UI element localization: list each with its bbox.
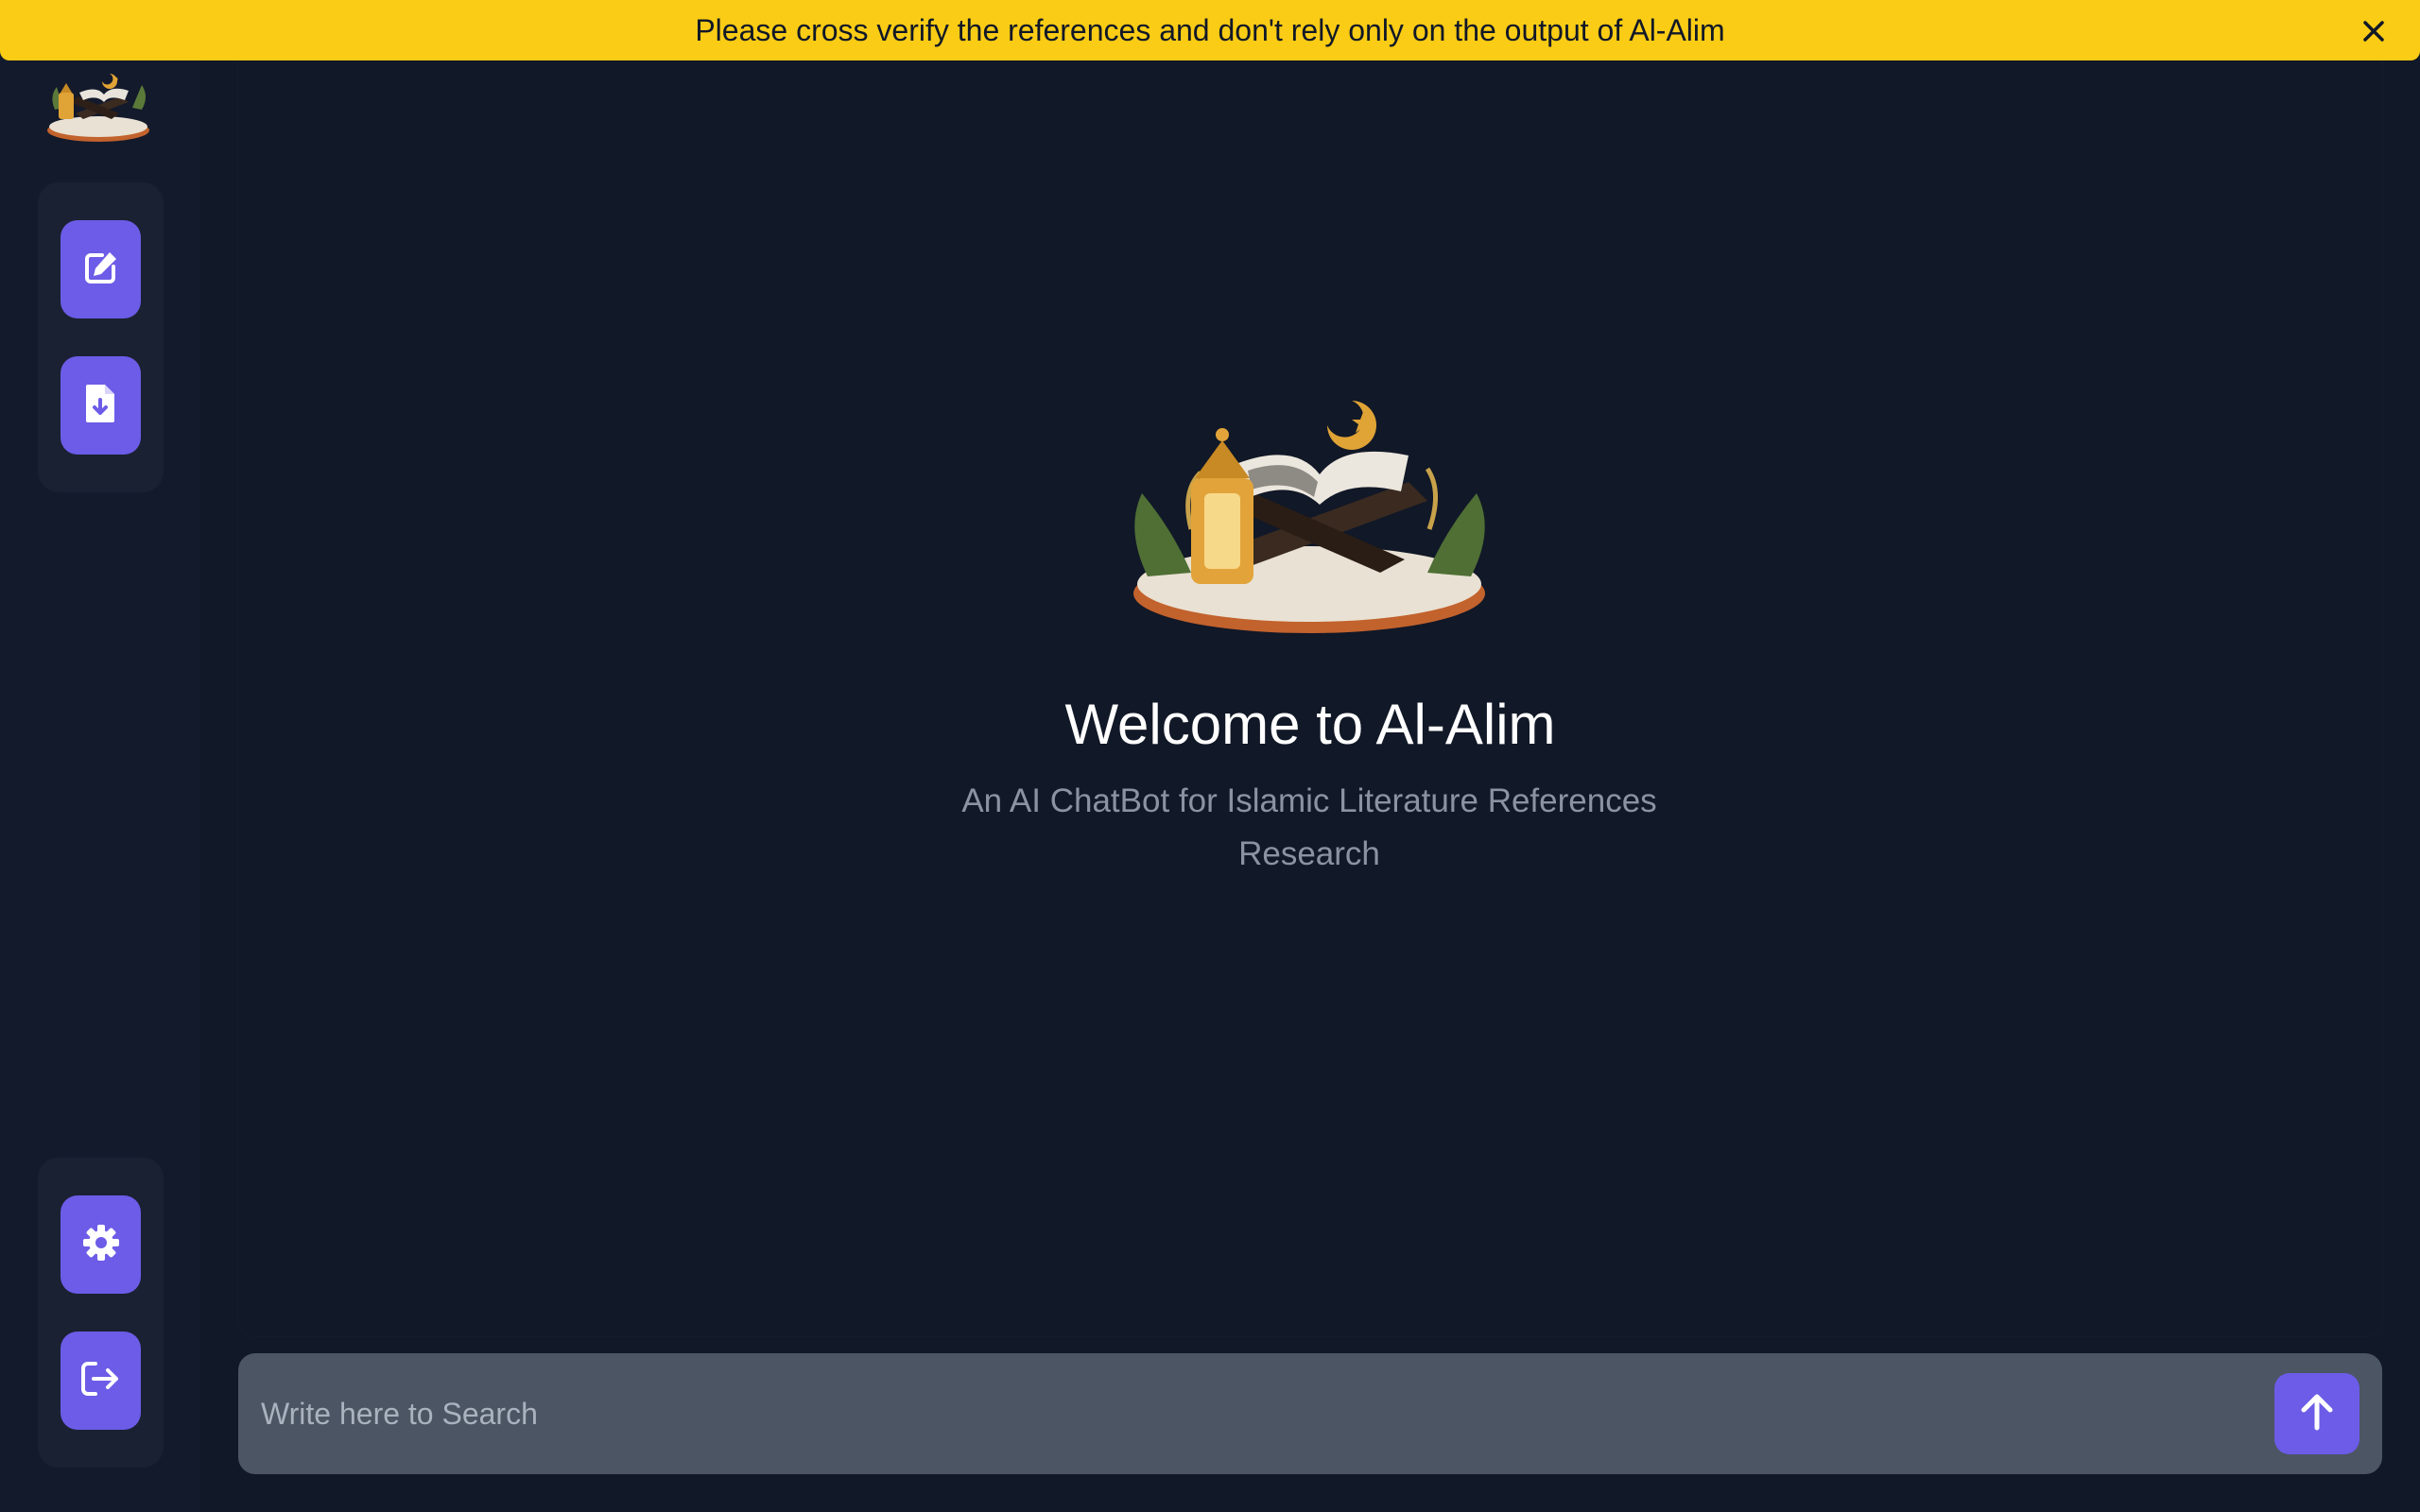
welcome-title: Welcome to Al-Alim [1064, 693, 1556, 756]
new-chat-button[interactable] [60, 220, 141, 318]
logout-button[interactable] [60, 1332, 141, 1430]
edit-icon [81, 248, 121, 292]
close-icon[interactable] [2360, 17, 2388, 45]
sidebar-top-group [38, 182, 164, 492]
export-file-button[interactable] [60, 356, 141, 455]
app-logo[interactable] [43, 68, 153, 147]
gear-icon [81, 1223, 121, 1267]
logout-icon [80, 1360, 122, 1402]
chat-panel [238, 38, 2382, 1336]
welcome-subtitle: An AI ChatBot for Islamic Literature Ref… [961, 782, 1657, 872]
search-input[interactable] [261, 1376, 2293, 1452]
banner-message: Please cross verify the references and d… [695, 12, 1725, 47]
sidebar-bottom-group [38, 1158, 164, 1468]
warning-banner: Please cross verify the references and d… [0, 0, 2420, 60]
sidebar [0, 0, 200, 1512]
hero-illustration [1125, 387, 1494, 643]
send-button[interactable] [2274, 1373, 2360, 1454]
arrow-up-icon [2298, 1392, 2336, 1436]
settings-button[interactable] [60, 1195, 141, 1294]
file-download-icon [84, 383, 118, 429]
search-bar [238, 1353, 2382, 1474]
